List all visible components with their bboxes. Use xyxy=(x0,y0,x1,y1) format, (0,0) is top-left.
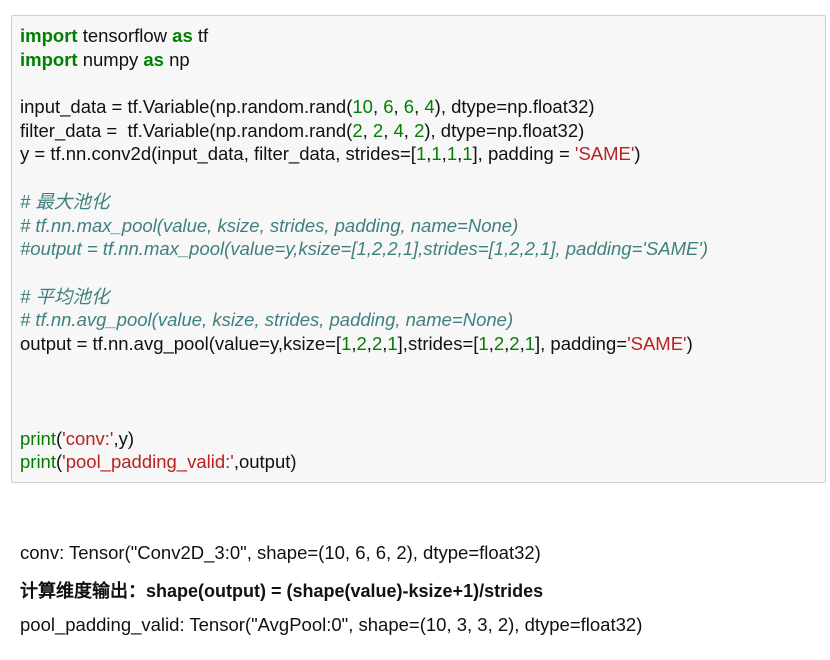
code-string: 'SAME' xyxy=(574,143,635,165)
code-token: , xyxy=(403,119,415,141)
code-token: np xyxy=(163,48,190,70)
code-token: ), dtype=np.float32) xyxy=(434,96,595,118)
code-comment: # 平均池化 xyxy=(20,285,110,307)
code-string: 'SAME' xyxy=(627,332,687,354)
code-token: , xyxy=(362,119,373,141)
code-line: filter_data = tf.Variable(np.random.rand… xyxy=(20,119,708,143)
code-token: print xyxy=(20,451,56,473)
code-token: 4 xyxy=(424,96,435,118)
code-keyword: as xyxy=(143,48,164,70)
code-token: numpy xyxy=(77,48,144,70)
code-token: filter_data = tf.Variable(np.random.rand… xyxy=(20,119,353,141)
code-token: 1 xyxy=(524,332,535,354)
code-token: , xyxy=(414,96,425,118)
code-string: 'conv:' xyxy=(62,427,114,449)
code-keyword: import xyxy=(20,48,78,70)
code-line: # 最大池化 xyxy=(20,190,708,214)
code-token: 10 xyxy=(352,96,373,118)
code-token: ],strides=[ xyxy=(397,332,479,354)
code-token: 2 xyxy=(493,332,505,354)
code-token: 2 xyxy=(352,119,363,141)
code-token: 1 xyxy=(431,143,442,165)
code-token: ), dtype=np.float32) xyxy=(424,119,585,141)
code-token: 2 xyxy=(371,332,383,354)
code-token: 4 xyxy=(393,119,404,141)
code-keyword: as xyxy=(172,25,193,46)
code-comment: # 最大池化 xyxy=(20,190,110,212)
code-keyword: import xyxy=(20,25,78,46)
code-token: , xyxy=(383,119,394,141)
code-token: ) xyxy=(686,332,693,354)
code-token: print xyxy=(20,427,56,449)
code-token: output = tf.nn.avg_pool(value=y,ksize=[ xyxy=(20,332,342,354)
code-token: 1 xyxy=(415,143,427,165)
code-line: # tf.nn.avg_pool(value, ksize, strides, … xyxy=(20,308,708,332)
code-comment: # tf.nn.max_pool(value, ksize, strides, … xyxy=(20,214,519,236)
code-token: ) xyxy=(634,143,641,165)
code-token: , xyxy=(393,96,404,118)
code-line: #output = tf.nn.max_pool(value=y,ksize=[… xyxy=(20,237,708,261)
code-token: ,y) xyxy=(113,427,135,449)
code-line: output = tf.nn.avg_pool(value=y,ksize=[1… xyxy=(20,332,708,356)
code-token: 1 xyxy=(462,143,473,165)
code-token: ], padding= xyxy=(535,332,628,354)
code-token: input_data = tf.Variable(np.random.rand( xyxy=(20,96,353,118)
code-token: 2 xyxy=(509,332,520,354)
code-comment: # tf.nn.avg_pool(value, ksize, strides, … xyxy=(20,309,514,331)
code-token: ], padding = xyxy=(472,143,575,165)
code-token: ,output) xyxy=(233,451,297,473)
code-line: input_data = tf.Variable(np.random.rand(… xyxy=(20,95,708,119)
output-line: pool_padding_valid: Tensor("AvgPool:0", … xyxy=(20,613,643,635)
output-line: conv: Tensor("Conv2D_3:0", shape=(10, 6,… xyxy=(20,542,541,563)
code-line: import numpy as np xyxy=(20,48,708,72)
code-token: 2 xyxy=(356,332,367,354)
code-line: # 平均池化 xyxy=(20,285,708,309)
code-editor[interactable]: import tensorflow as tf import numpy as n… xyxy=(20,24,708,474)
code-line: # tf.nn.max_pool(value, ksize, strides, … xyxy=(20,214,708,238)
code-token: 1 xyxy=(387,332,398,354)
code-token: 2 xyxy=(372,119,384,141)
code-token: 2 xyxy=(414,119,425,141)
code-token: tf xyxy=(192,25,209,46)
code-token: y = tf.nn.conv2d(input_data, filter_data… xyxy=(20,143,416,165)
code-comment: #output = tf.nn.max_pool(value=y,ksize=[… xyxy=(20,238,709,260)
code-token: 1 xyxy=(446,143,458,165)
code-string: 'pool_padding_valid:' xyxy=(62,451,234,473)
code-token: , xyxy=(372,96,384,118)
code-line: print('pool_padding_valid:',output) xyxy=(20,450,708,474)
code-token: 6 xyxy=(383,96,394,118)
dimension-note: 计算维度输出：shape(output) = (shape(value)-ksi… xyxy=(20,581,544,601)
code-token: 1 xyxy=(478,332,489,354)
code-line: import tensorflow as tf xyxy=(20,24,708,48)
code-token: 6 xyxy=(403,96,415,118)
code-line: print('conv:',y) xyxy=(20,427,708,451)
code-line: y = tf.nn.conv2d(input_data, filter_data… xyxy=(20,142,708,166)
code-token: 1 xyxy=(341,332,352,354)
code-token: tensorflow xyxy=(77,25,173,46)
